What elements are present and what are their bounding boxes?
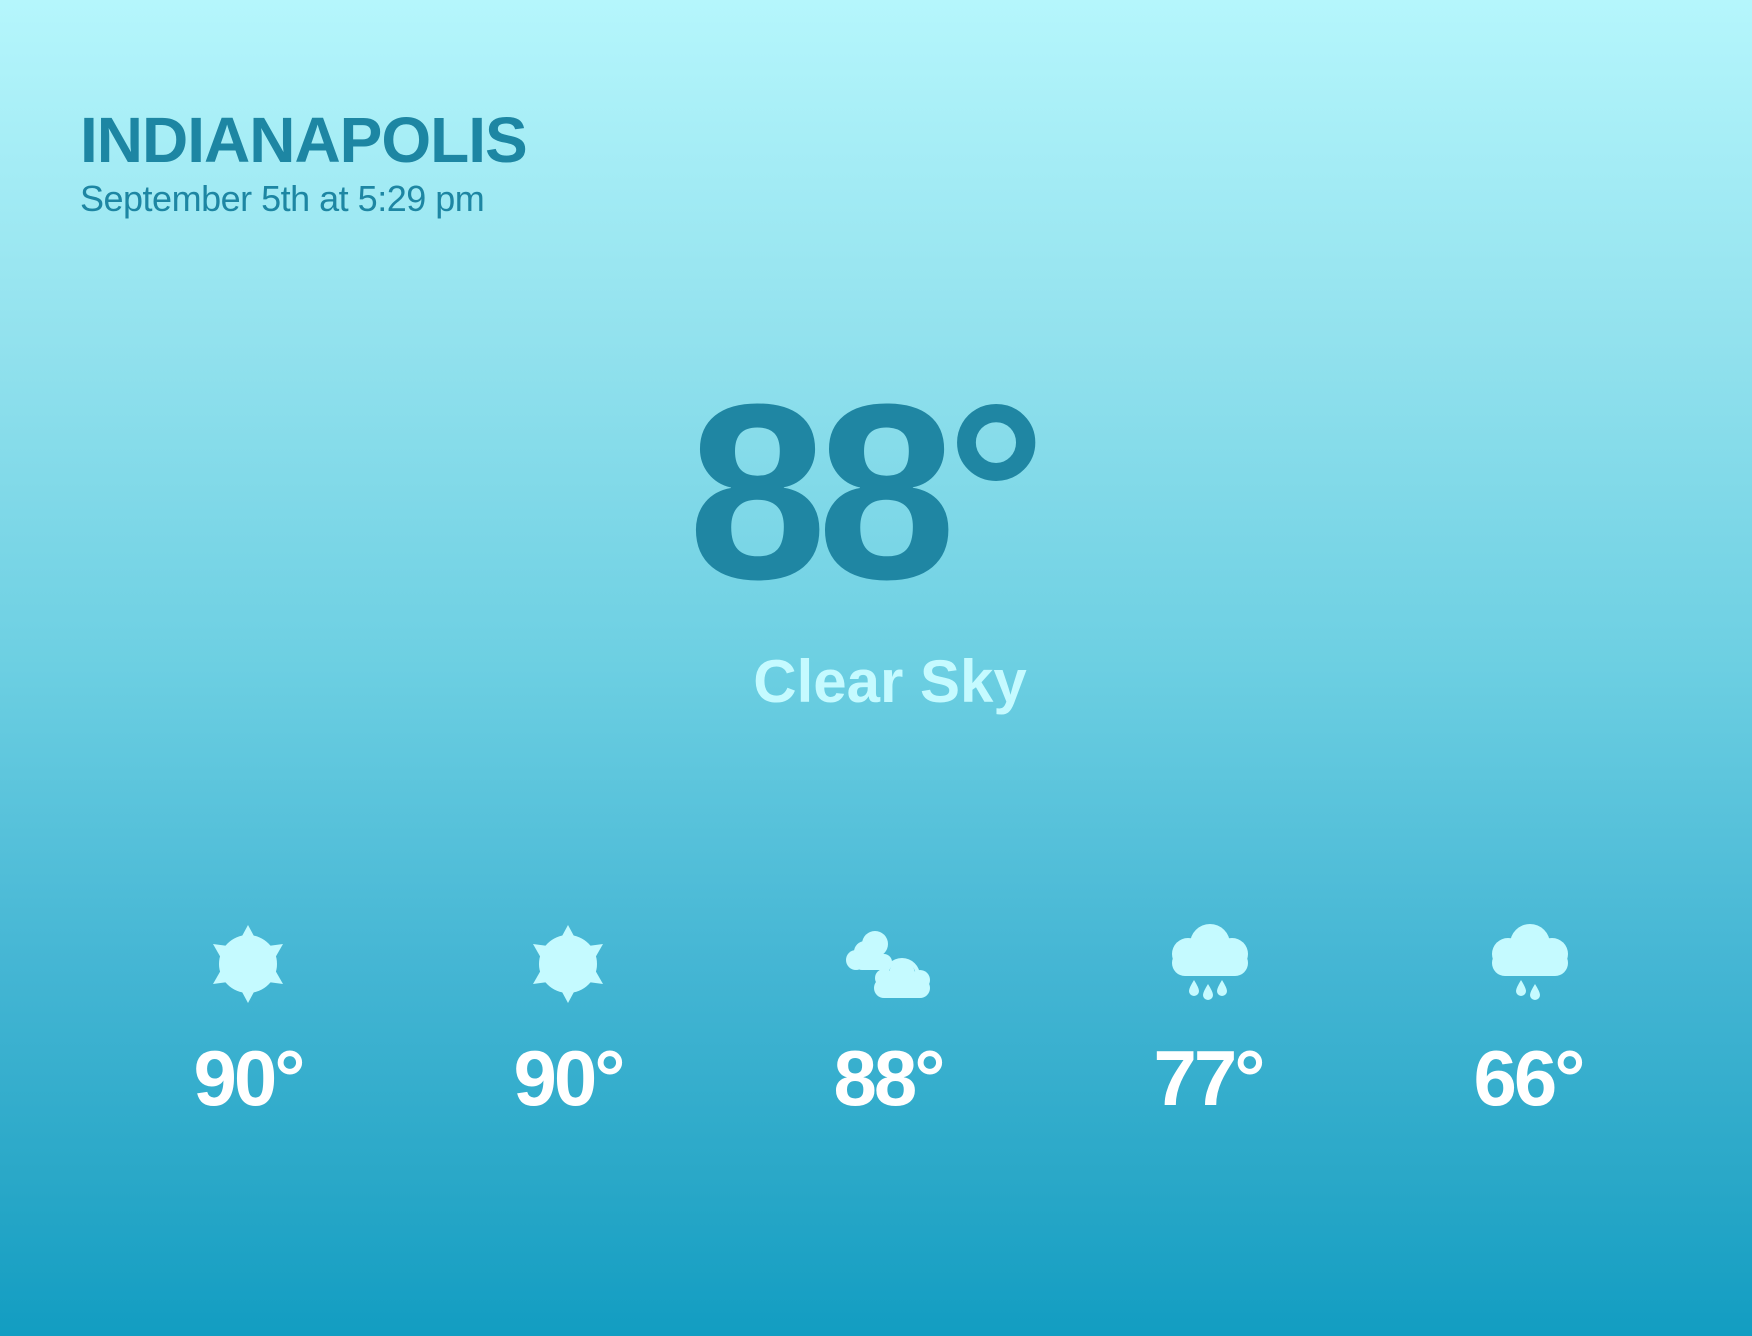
forecast-temperature: 77°: [1153, 1034, 1266, 1122]
sun-icon: [213, 925, 283, 1003]
location-header: INDIANAPOLIS September 5th at 5:29 pm: [80, 103, 528, 221]
sun-icon: [533, 925, 603, 1003]
forecast-temperature: 90°: [193, 1034, 306, 1122]
forecast-day: 66°: [1428, 920, 1628, 1118]
rain-cloud-icon: [1492, 924, 1568, 1000]
partly-cloudy-icon: [846, 931, 930, 998]
city-name: INDIANAPOLIS: [80, 104, 528, 176]
forecast-temperature: 66°: [1473, 1034, 1586, 1122]
current-temperature: 88°: [688, 352, 1046, 631]
date-time: September 5th at 5:29 pm: [80, 178, 485, 219]
current-condition: Clear Sky: [753, 648, 1027, 715]
forecast-day: 90°: [148, 920, 348, 1118]
forecast-day: 90°: [468, 920, 668, 1118]
rain-cloud-icon: [1172, 924, 1248, 1000]
forecast-day: 88°: [788, 920, 988, 1118]
forecast-temperature: 88°: [833, 1034, 946, 1122]
forecast-temperature: 90°: [513, 1034, 626, 1122]
forecast-day: 77°: [1108, 920, 1308, 1118]
